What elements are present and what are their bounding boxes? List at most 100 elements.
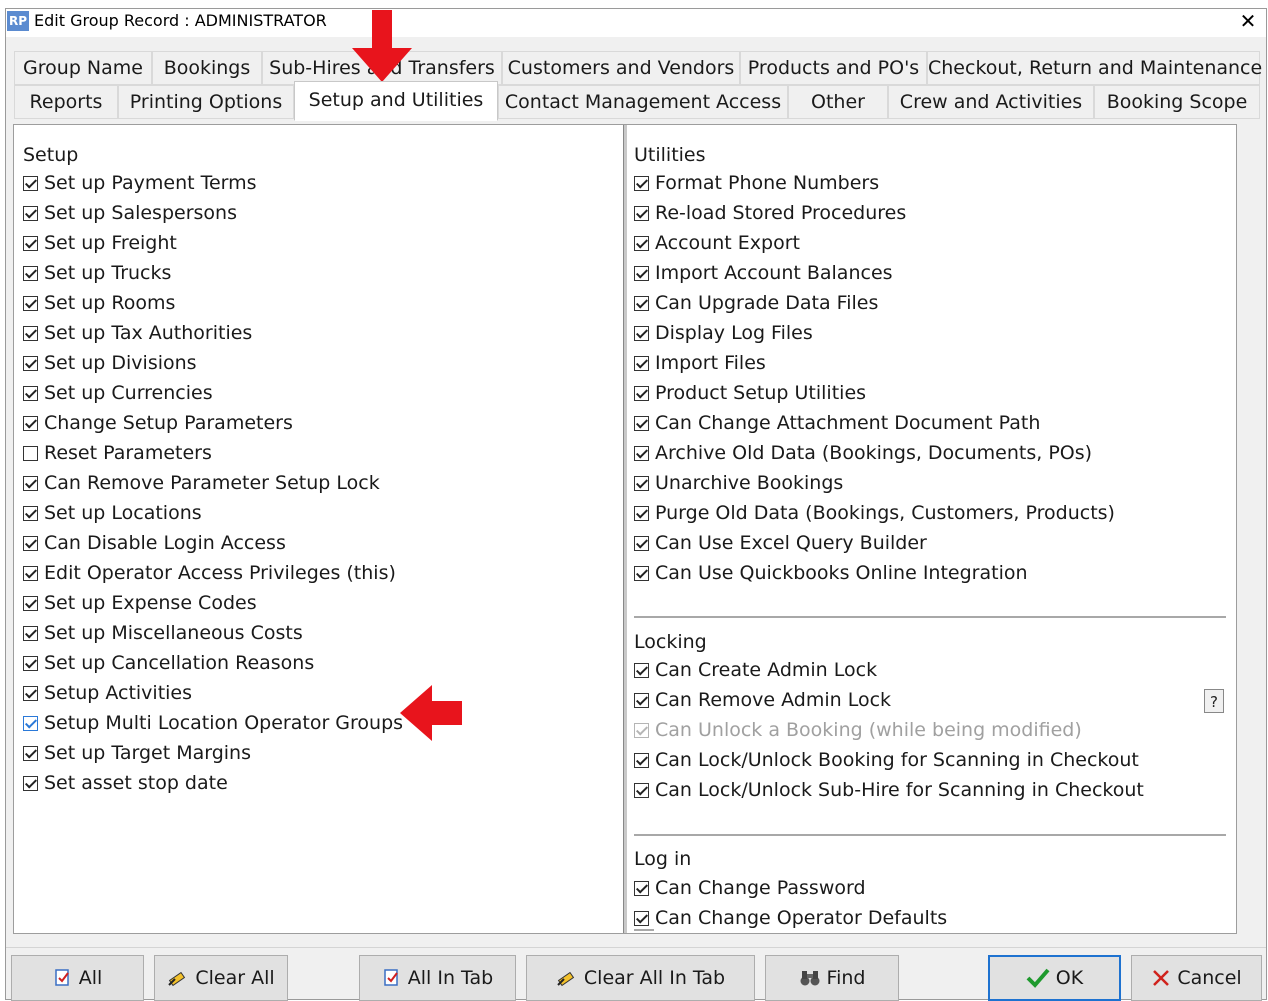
close-icon[interactable]: ✕ [1236, 9, 1260, 33]
clear-all-button[interactable]: Clear All [154, 955, 288, 1001]
checkbox-box[interactable] [23, 715, 38, 731]
find-button[interactable]: Find [765, 955, 899, 1001]
checkbox-set-up-divisions[interactable]: Set up Divisions [23, 349, 197, 377]
checkbox-box[interactable] [634, 505, 649, 521]
checkbox-can-change-password[interactable]: Can Change Password [634, 874, 866, 902]
checkbox-setup-multi-location-operator-groups[interactable]: Setup Multi Location Operator Groups [23, 709, 403, 737]
checkbox-box[interactable] [634, 355, 649, 371]
checkbox-box[interactable] [23, 685, 38, 701]
checkbox-set-up-payment-terms[interactable]: Set up Payment Terms [23, 169, 257, 197]
checkbox-box[interactable] [634, 175, 649, 191]
checkbox-change-setup-parameters[interactable]: Change Setup Parameters [23, 409, 293, 437]
checkbox-can-change-operator-defaults[interactable]: Can Change Operator Defaults [634, 904, 947, 932]
checkbox-can-lock-unlock-sub-hire-for-scanning-in-checkout[interactable]: Can Lock/Unlock Sub-Hire for Scanning in… [634, 776, 1144, 804]
checkbox-set-up-salespersons[interactable]: Set up Salespersons [23, 199, 237, 227]
tab-reports[interactable]: Reports [14, 85, 118, 119]
tab-setup-and-utilities[interactable]: Setup and Utilities [294, 81, 498, 121]
tab-crew-and-activities[interactable]: Crew and Activities [888, 85, 1094, 119]
checkbox-box[interactable] [634, 662, 649, 678]
checkbox-box[interactable] [23, 565, 38, 581]
checkbox-box[interactable] [634, 752, 649, 768]
checkbox-can-use-quickbooks-online-integration[interactable]: Can Use Quickbooks Online Integration [634, 559, 1028, 587]
checkbox-box[interactable] [634, 235, 649, 251]
help-button[interactable]: ? [1204, 689, 1224, 713]
checkbox-archive-old-data-bookings-documents-pos[interactable]: Archive Old Data (Bookings, Documents, P… [634, 439, 1092, 467]
checkbox-box[interactable] [23, 505, 38, 521]
checkbox-format-phone-numbers[interactable]: Format Phone Numbers [634, 169, 879, 197]
checkbox-box[interactable] [634, 692, 649, 708]
column-divider[interactable] [623, 125, 627, 933]
checkbox-box[interactable] [23, 175, 38, 191]
checkbox-set-up-trucks[interactable]: Set up Trucks [23, 259, 171, 287]
checkbox-unarchive-bookings[interactable]: Unarchive Bookings [634, 469, 843, 497]
checkbox-purge-old-data-bookings-customers-products[interactable]: Purge Old Data (Bookings, Customers, Pro… [634, 499, 1115, 527]
checkbox-box[interactable] [23, 535, 38, 551]
checkbox-box[interactable] [634, 325, 649, 341]
tab-products-and-pos[interactable]: Products and PO's [740, 51, 927, 85]
checkbox-box[interactable] [23, 205, 38, 221]
checkbox-can-use-excel-query-builder[interactable]: Can Use Excel Query Builder [634, 529, 927, 557]
checkbox-set-up-target-margins[interactable]: Set up Target Margins [23, 739, 251, 767]
select-all-button[interactable]: All [11, 955, 144, 1001]
tab-printing-options[interactable]: Printing Options [118, 85, 294, 119]
checkbox-box[interactable] [23, 655, 38, 671]
checkbox-box[interactable] [634, 880, 649, 896]
checkbox-reset-parameters[interactable]: Reset Parameters [23, 439, 212, 467]
checkbox-import-files[interactable]: Import Files [634, 349, 766, 377]
checkbox-set-up-cancellation-reasons[interactable]: Set up Cancellation Reasons [23, 649, 314, 677]
checkbox-can-lock-unlock-booking-for-scanning-in-checkout[interactable]: Can Lock/Unlock Booking for Scanning in … [634, 746, 1139, 774]
checkbox-box[interactable] [23, 775, 38, 791]
checkbox-box[interactable] [23, 445, 38, 461]
checkbox-box[interactable] [634, 295, 649, 311]
checkbox-box[interactable] [634, 205, 649, 221]
checkbox-setup-activities[interactable]: Setup Activities [23, 679, 192, 707]
checkbox-import-account-balances[interactable]: Import Account Balances [634, 259, 893, 287]
checkbox-set-up-expense-codes[interactable]: Set up Expense Codes [23, 589, 257, 617]
checkbox-set-up-currencies[interactable]: Set up Currencies [23, 379, 213, 407]
checkbox-can-remove-parameter-setup-lock[interactable]: Can Remove Parameter Setup Lock [23, 469, 380, 497]
checkbox-set-up-rooms[interactable]: Set up Rooms [23, 289, 175, 317]
checkbox-box[interactable] [23, 625, 38, 641]
checkbox-account-export[interactable]: Account Export [634, 229, 800, 257]
checkbox-box[interactable] [23, 745, 38, 761]
checkbox-box[interactable] [23, 595, 38, 611]
tab-booking-scope[interactable]: Booking Scope [1094, 85, 1260, 119]
checkbox-box[interactable] [634, 565, 649, 581]
checkbox-can-upgrade-data-files[interactable]: Can Upgrade Data Files [634, 289, 878, 317]
checkbox-box[interactable] [23, 235, 38, 251]
checkbox-edit-operator-access-privileges-this[interactable]: Edit Operator Access Privileges (this) [23, 559, 396, 587]
tab-other[interactable]: Other [788, 85, 888, 119]
checkbox-box[interactable] [634, 385, 649, 401]
checkbox-set-up-tax-authorities[interactable]: Set up Tax Authorities [23, 319, 252, 347]
tab-contact-management-access[interactable]: Contact Management Access [498, 85, 788, 119]
checkbox-box[interactable] [23, 355, 38, 371]
checkbox-set-up-miscellaneous-costs[interactable]: Set up Miscellaneous Costs [23, 619, 303, 647]
checkbox-can-remove-admin-lock[interactable]: Can Remove Admin Lock [634, 686, 891, 714]
checkbox-can-disable-login-access[interactable]: Can Disable Login Access [23, 529, 286, 557]
checkbox-display-log-files[interactable]: Display Log Files [634, 319, 813, 347]
clear-all-in-tab-button[interactable]: Clear All In Tab [526, 955, 755, 1001]
checkbox-box[interactable] [23, 385, 38, 401]
ok-button[interactable]: OK [988, 955, 1121, 1001]
checkbox-set-up-freight[interactable]: Set up Freight [23, 229, 177, 257]
tab-bookings[interactable]: Bookings [152, 51, 262, 85]
checkbox-box[interactable] [23, 295, 38, 311]
checkbox-box[interactable] [23, 265, 38, 281]
checkbox-box[interactable] [634, 910, 649, 926]
tab-checkout-return-maintenance[interactable]: Checkout, Return and Maintenance [927, 51, 1262, 85]
checkbox-box[interactable] [634, 475, 649, 491]
checkbox-box[interactable] [23, 325, 38, 341]
tab-group-name[interactable]: Group Name [14, 51, 152, 85]
checkbox-box[interactable] [23, 475, 38, 491]
checkbox-box[interactable] [634, 535, 649, 551]
checkbox-box[interactable] [634, 265, 649, 281]
cancel-button[interactable]: Cancel [1131, 955, 1262, 1001]
checkbox-product-setup-utilities[interactable]: Product Setup Utilities [634, 379, 866, 407]
checkbox-box[interactable] [634, 415, 649, 431]
checkbox-re-load-stored-procedures[interactable]: Re-load Stored Procedures [634, 199, 906, 227]
checkbox-box[interactable] [23, 415, 38, 431]
checkbox-set-up-locations[interactable]: Set up Locations [23, 499, 202, 527]
tab-customers-and-vendors[interactable]: Customers and Vendors [502, 51, 740, 85]
checkbox-can-change-attachment-document-path[interactable]: Can Change Attachment Document Path [634, 409, 1040, 437]
checkbox-box[interactable] [634, 445, 649, 461]
